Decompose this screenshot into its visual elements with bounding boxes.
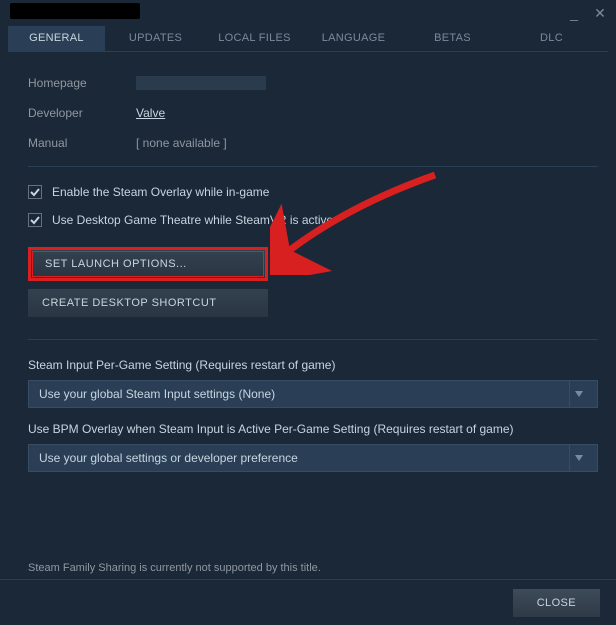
- family-sharing-note: Steam Family Sharing is currently not su…: [28, 562, 598, 574]
- close-icon[interactable]: ✕: [592, 5, 608, 22]
- developer-label: Developer: [28, 106, 136, 120]
- checkmark-icon: [29, 214, 41, 226]
- tab-updates[interactable]: UPDATES: [107, 26, 204, 51]
- tab-bar: GENERAL UPDATES LOCAL FILES LANGUAGE BET…: [8, 26, 608, 52]
- tab-betas[interactable]: BETAS: [404, 26, 501, 51]
- set-launch-options-button[interactable]: SET LAUNCH OPTIONS...: [28, 247, 268, 281]
- content-area: Homepage Developer Valve Manual [ none a…: [0, 52, 616, 579]
- homepage-label: Homepage: [28, 76, 136, 90]
- chevron-down-icon: [569, 445, 587, 471]
- steam-input-value: Use your global Steam Input settings (No…: [39, 387, 275, 401]
- developer-link[interactable]: Valve: [136, 106, 165, 120]
- chevron-down-icon: [569, 381, 587, 407]
- checkbox-overlay[interactable]: [28, 185, 42, 199]
- homepage-value-redacted: [136, 76, 266, 90]
- steam-input-select[interactable]: Use your global Steam Input settings (No…: [28, 380, 598, 408]
- checkbox-theatre[interactable]: [28, 213, 42, 227]
- manual-value: [ none available ]: [136, 136, 227, 150]
- title-redacted: [10, 3, 140, 19]
- create-desktop-shortcut-button[interactable]: CREATE DESKTOP SHORTCUT: [28, 289, 268, 317]
- tab-dlc[interactable]: DLC: [503, 26, 600, 51]
- manual-label: Manual: [28, 136, 136, 150]
- tab-language[interactable]: LANGUAGE: [305, 26, 402, 51]
- title-bar: _ ✕: [0, 0, 616, 26]
- checkbox-overlay-label: Enable the Steam Overlay while in-game: [52, 185, 269, 199]
- close-button[interactable]: CLOSE: [513, 589, 600, 617]
- tab-general[interactable]: GENERAL: [8, 26, 105, 51]
- bpm-overlay-label: Use BPM Overlay when Steam Input is Acti…: [28, 422, 598, 436]
- footer-bar: CLOSE: [0, 579, 616, 625]
- checkmark-icon: [29, 186, 41, 198]
- divider: [28, 166, 598, 167]
- minimize-icon[interactable]: _: [566, 5, 582, 21]
- tab-local-files[interactable]: LOCAL FILES: [206, 26, 303, 51]
- bpm-overlay-select[interactable]: Use your global settings or developer pr…: [28, 444, 598, 472]
- divider: [28, 339, 598, 340]
- checkbox-theatre-label: Use Desktop Game Theatre while SteamVR i…: [52, 213, 333, 227]
- bpm-overlay-value: Use your global settings or developer pr…: [39, 451, 298, 465]
- steam-input-label: Steam Input Per-Game Setting (Requires r…: [28, 358, 598, 372]
